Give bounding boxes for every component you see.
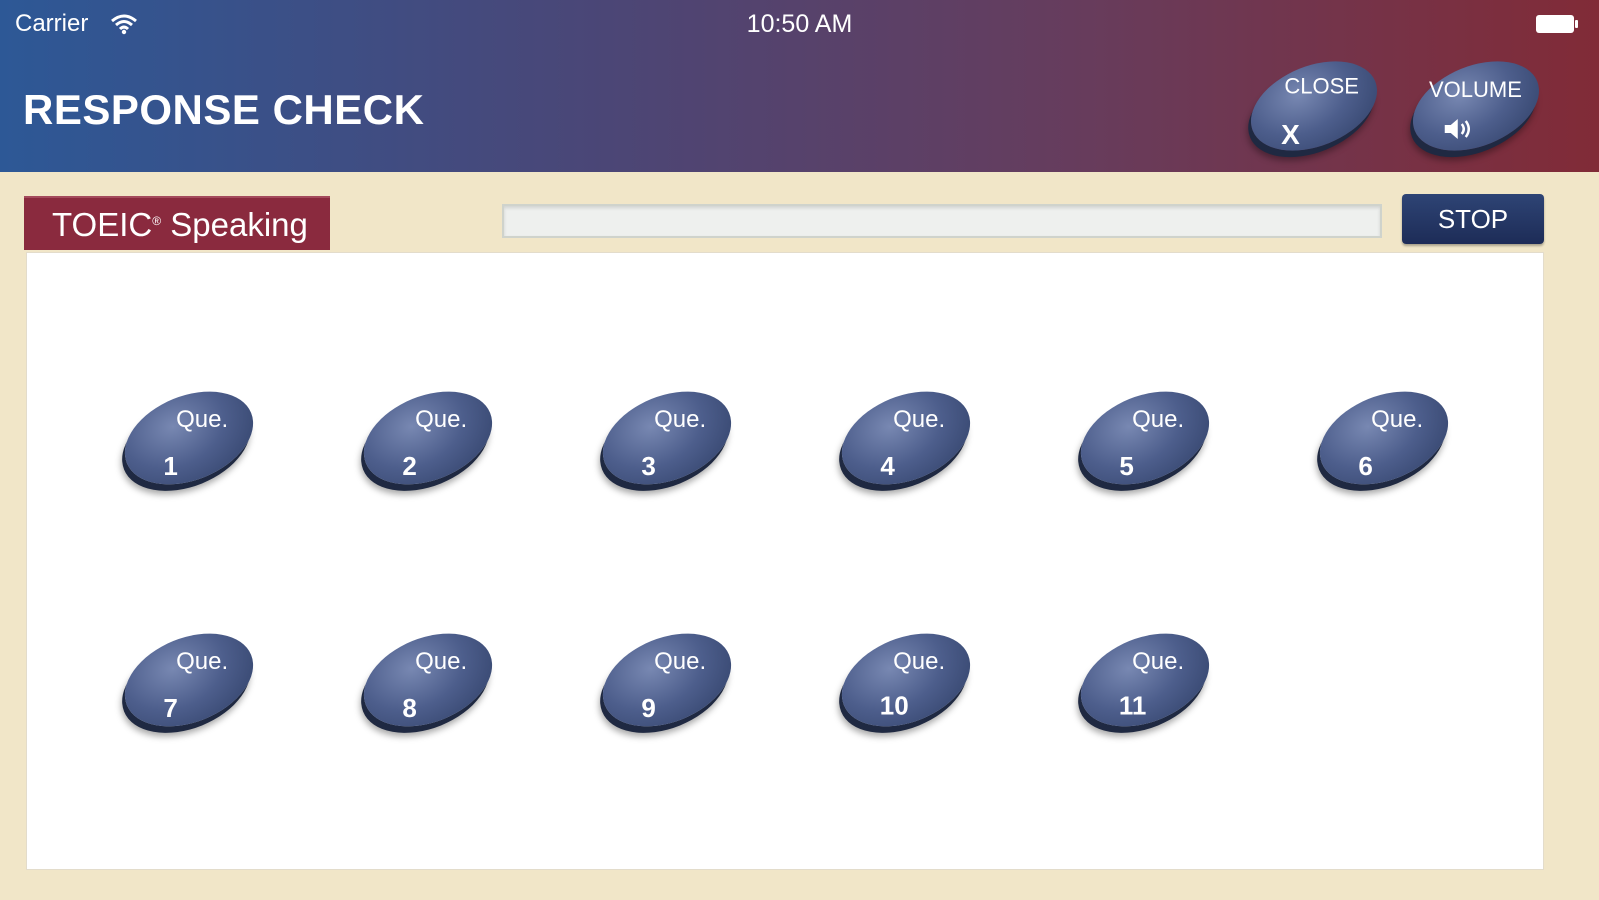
volume-button[interactable]: VOLUME <box>1399 44 1553 168</box>
question-number: 6 <box>1358 450 1373 481</box>
question-number: 7 <box>163 692 178 723</box>
close-button-label: CLOSE <box>1284 73 1360 99</box>
question-button-5[interactable]: Que. 5 <box>1067 373 1223 503</box>
question-number: 1 <box>163 450 178 481</box>
question-prefix: Que. <box>1371 405 1424 433</box>
question-number: 4 <box>880 450 895 481</box>
question-button-2[interactable]: Que. 2 <box>350 373 506 503</box>
question-prefix: Que. <box>1132 405 1185 433</box>
question-prefix: Que. <box>893 405 946 433</box>
battery-icon <box>1535 14 1578 34</box>
question-button-11[interactable]: Que. 11 <box>1067 615 1223 745</box>
question-button-7[interactable]: Que. 7 <box>111 615 267 745</box>
page-title: RESPONSE CHECK <box>23 86 425 133</box>
question-button-1[interactable]: Que. 1 <box>111 373 267 503</box>
question-prefix: Que. <box>176 405 229 433</box>
question-grid: Que. 1 Que. 2 Que. 3 Que. 4 Que. 5 Que. 6 Que. 7 Que. 8… <box>26 252 1544 870</box>
question-prefix: Que. <box>415 405 468 433</box>
status-time: 10:50 AM <box>746 10 853 38</box>
question-button-4[interactable]: Que. 4 <box>828 373 984 503</box>
question-prefix: Que. <box>654 405 707 433</box>
question-prefix: Que. <box>1132 647 1185 675</box>
question-number: 8 <box>402 692 417 723</box>
registered-mark: ® <box>152 214 162 228</box>
question-prefix: Que. <box>176 647 229 675</box>
tab-toeic-speaking: TOEIC® Speaking <box>24 196 330 250</box>
question-number: 3 <box>641 450 656 481</box>
volume-button-label: VOLUME <box>1429 77 1522 103</box>
question-number: 9 <box>641 692 656 723</box>
question-number: 5 <box>1119 450 1134 481</box>
tab-label-brand: TOEIC <box>52 206 153 243</box>
close-button[interactable]: CLOSE X <box>1237 44 1391 168</box>
close-icon: X <box>1281 118 1300 150</box>
question-number: 11 <box>1118 690 1147 721</box>
question-number: 2 <box>402 450 417 481</box>
question-button-9[interactable]: Que. 9 <box>589 615 745 745</box>
audio-progress-bar <box>502 204 1382 238</box>
status-bar: Carrier 10:50 AM <box>0 0 1599 50</box>
question-button-6[interactable]: Que. 6 <box>1306 373 1462 503</box>
question-button-10[interactable]: Que. 10 <box>828 615 984 745</box>
question-prefix: Que. <box>415 647 468 675</box>
tab-label-suffix: Speaking <box>170 206 308 243</box>
question-prefix: Que. <box>893 647 946 675</box>
question-prefix: Que. <box>654 647 707 675</box>
question-number: 10 <box>879 690 909 721</box>
speaker-icon <box>1443 116 1477 149</box>
question-button-3[interactable]: Que. 3 <box>589 373 745 503</box>
question-button-8[interactable]: Que. 8 <box>350 615 506 745</box>
stop-button[interactable]: STOP <box>1402 194 1544 244</box>
app-header: Carrier 10:50 AM RESPONSE CHECK CLOSE X … <box>0 0 1599 172</box>
